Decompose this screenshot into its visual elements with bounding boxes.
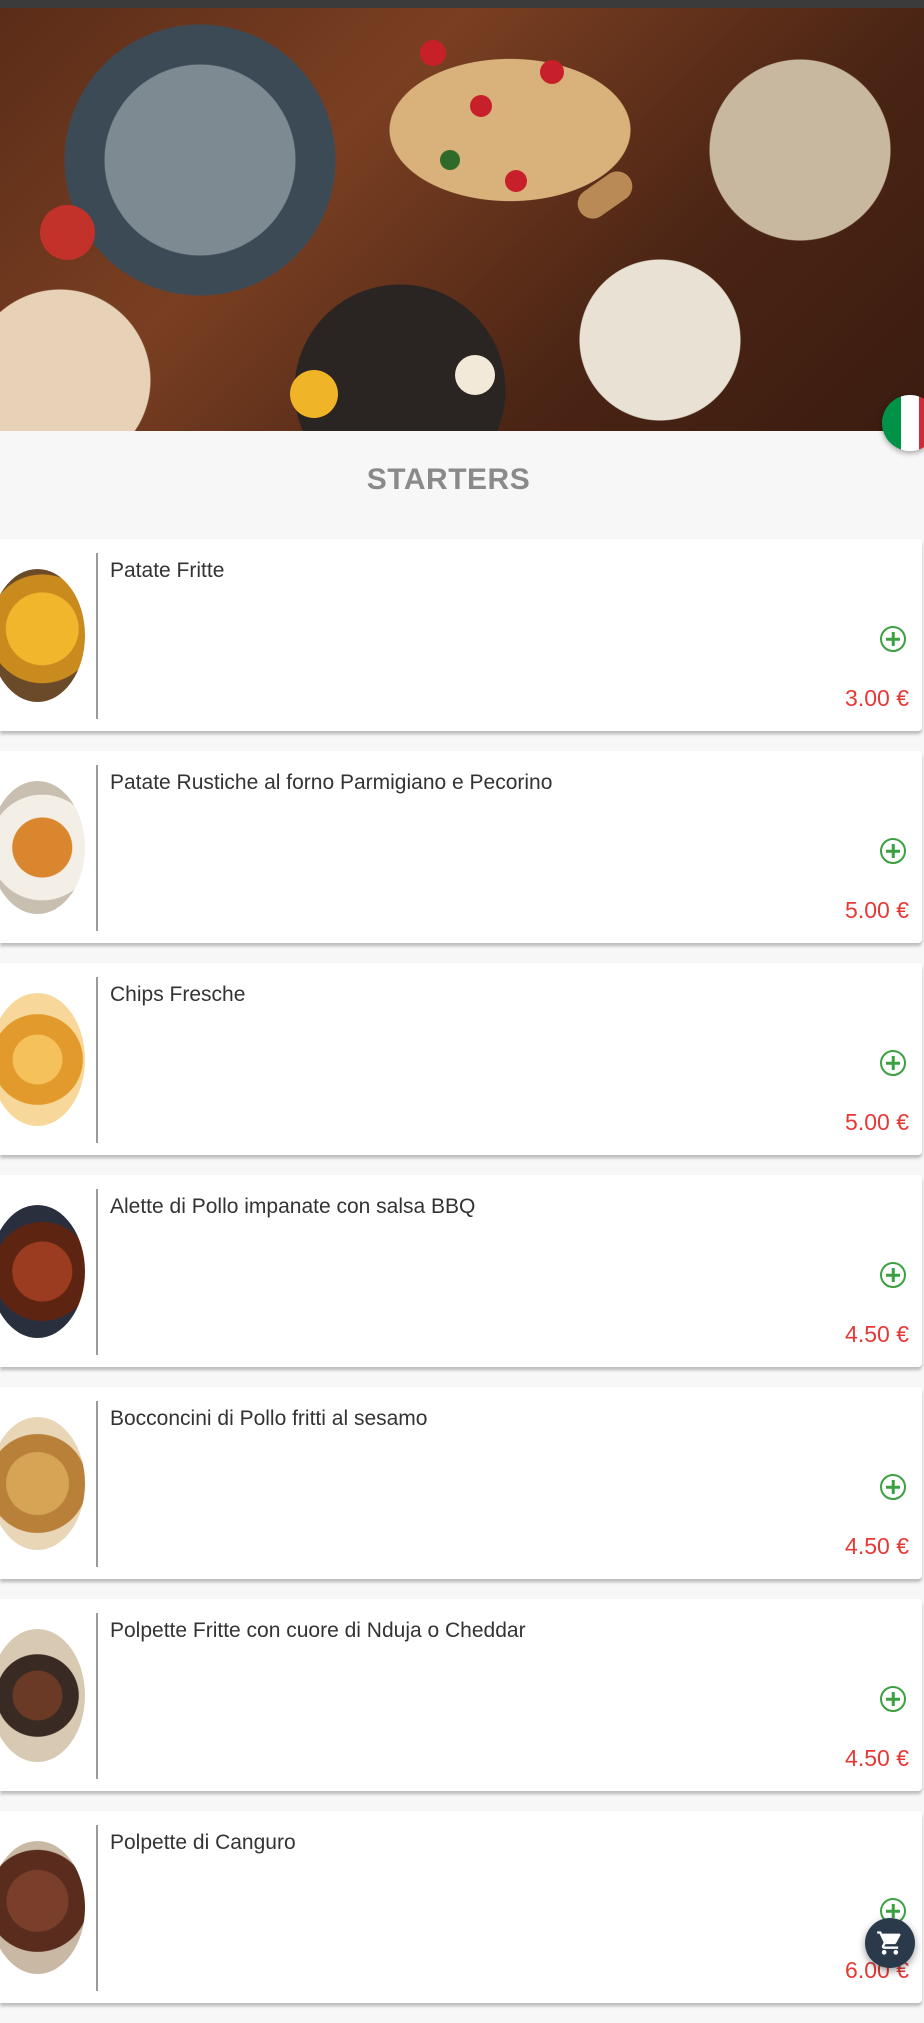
- item-divider: [96, 553, 98, 719]
- flag-white-band: [900, 395, 920, 451]
- hero-decoration: [40, 205, 95, 260]
- hero-decoration: [290, 370, 338, 418]
- item-name: Polpette Fritte con cuore di Nduja o Che…: [110, 1619, 526, 1642]
- top-status-strip: [0, 0, 924, 8]
- add-to-cart-icon[interactable]: [880, 1474, 906, 1500]
- menu-item[interactable]: Alette di Pollo impanate con salsa BBQ 4…: [0, 1175, 922, 1367]
- menu-item[interactable]: Chips Fresche 5.00 €: [0, 963, 922, 1155]
- chicken-wings-image: [0, 1205, 85, 1338]
- item-price: 5.00 €: [845, 1109, 909, 1135]
- hero-decoration: [571, 165, 639, 225]
- add-to-cart-icon[interactable]: [880, 626, 906, 652]
- chips-image: [0, 993, 85, 1126]
- menu-list: Patate Fritte 3.00 € Patate Rustiche al …: [0, 539, 924, 2023]
- item-price: 4.50 €: [845, 1745, 909, 1771]
- kangaroo-meatballs-image: [0, 1841, 85, 1974]
- shopping-cart-icon: [877, 1931, 901, 1955]
- menu-item[interactable]: Patate Rustiche al forno Parmigiano e Pe…: [0, 751, 922, 943]
- hero-decoration: [505, 170, 527, 192]
- item-name: Polpette di Canguro: [110, 1831, 296, 1854]
- meatballs-image: [0, 1629, 85, 1762]
- item-divider: [96, 765, 98, 931]
- item-divider: [96, 1189, 98, 1355]
- item-name: Bocconcini di Pollo fritti al sesamo: [110, 1407, 428, 1430]
- hero-decoration: [420, 40, 446, 66]
- item-divider: [96, 1401, 98, 1567]
- item-price: 4.50 €: [845, 1321, 909, 1347]
- item-name: Chips Fresche: [110, 983, 246, 1006]
- menu-item[interactable]: Polpette di Canguro 6.00 €: [0, 1811, 922, 2003]
- item-price: 3.00 €: [845, 685, 909, 711]
- hero-decoration: [470, 95, 492, 117]
- item-divider: [96, 1613, 98, 1779]
- baked-potatoes-image: [0, 781, 85, 914]
- add-to-cart-icon[interactable]: [880, 838, 906, 864]
- fries-image: [0, 569, 85, 702]
- item-name: Patate Rustiche al forno Parmigiano e Pe…: [110, 771, 553, 794]
- add-to-cart-icon[interactable]: [880, 1050, 906, 1076]
- menu-item[interactable]: Patate Fritte 3.00 €: [0, 539, 922, 731]
- hero-decoration: [540, 60, 564, 84]
- cart-button[interactable]: [865, 1918, 915, 1968]
- item-name: Patate Fritte: [110, 559, 225, 582]
- menu-item[interactable]: Bocconcini di Pollo fritti al sesamo 4.5…: [0, 1387, 922, 1579]
- hero-decoration: [455, 355, 495, 395]
- item-price: 5.00 €: [845, 897, 909, 923]
- hero-decoration: [440, 150, 460, 170]
- hero-banner-image: [0, 0, 924, 431]
- add-to-cart-icon[interactable]: [880, 1686, 906, 1712]
- item-divider: [96, 1825, 98, 1991]
- add-to-cart-icon[interactable]: [880, 1262, 906, 1288]
- section-title: STARTERS: [366, 463, 531, 496]
- chicken-bites-image: [0, 1417, 85, 1550]
- flag-red-band: [919, 395, 924, 451]
- item-divider: [96, 977, 98, 1143]
- item-price: 4.50 €: [845, 1533, 909, 1559]
- menu-item[interactable]: Polpette Fritte con cuore di Nduja o Che…: [0, 1599, 922, 1791]
- item-name: Alette di Pollo impanate con salsa BBQ: [110, 1195, 476, 1218]
